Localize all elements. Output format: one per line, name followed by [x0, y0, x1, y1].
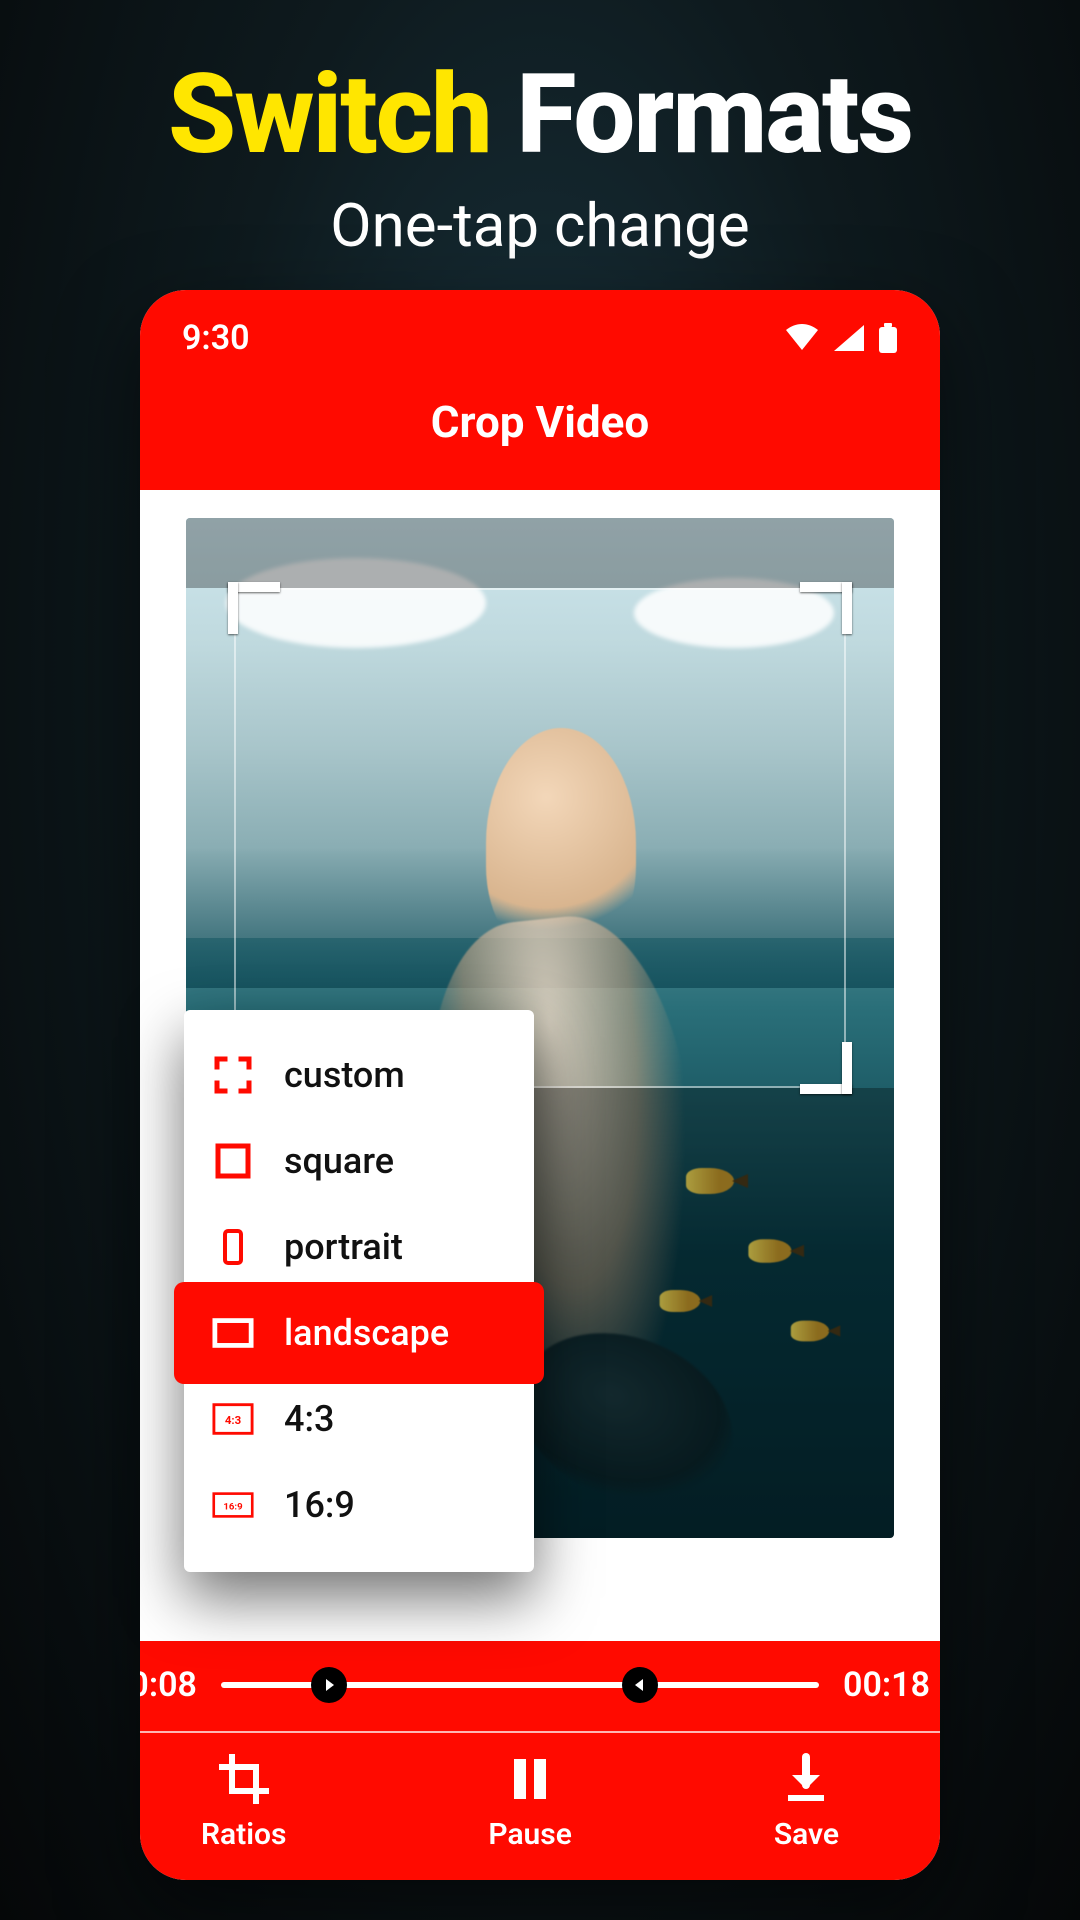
status-bar: 9:30 — [140, 290, 940, 358]
status-time: 9:30 — [182, 318, 250, 358]
hero-title-accent: Switch — [168, 50, 491, 179]
portrait-ratio-icon — [212, 1226, 254, 1268]
svg-text:16:9: 16:9 — [223, 1501, 243, 1512]
trim-track[interactable] — [221, 1682, 819, 1688]
battery-icon — [878, 323, 898, 353]
trim-handle-start[interactable] — [311, 1667, 347, 1703]
ratios-button[interactable]: Ratios — [201, 1751, 286, 1852]
crop-handle-tl[interactable] — [228, 582, 280, 634]
custom-ratio-icon — [212, 1054, 254, 1096]
ratios-label: Ratios — [201, 1817, 286, 1852]
page-title: Crop Video — [140, 396, 940, 448]
signal-icon — [834, 325, 864, 351]
ratio-option-4_3[interactable]: 4:3 4:3 — [184, 1376, 534, 1462]
time-start: 00:08 — [140, 1665, 197, 1705]
save-button[interactable]: Save — [774, 1751, 839, 1852]
app-header: 9:30 Crop Video — [140, 290, 940, 490]
ratio-option-label: square — [284, 1140, 394, 1182]
ratio-option-custom[interactable]: custom — [184, 1032, 534, 1118]
hero-title: Switch Formats — [0, 60, 1080, 170]
landscape-ratio-icon — [212, 1312, 254, 1354]
ratio-option-16_9[interactable]: 16:9 16:9 — [184, 1462, 534, 1548]
ratio-option-label: landscape — [284, 1312, 449, 1354]
ratio-menu: customsquareportraitlandscape4:34:316:91… — [184, 1010, 534, 1572]
wifi-icon — [784, 324, 820, 352]
time-end: 00:18 — [843, 1665, 930, 1705]
timeline: 00:08 00:18 — [140, 1641, 940, 1705]
save-label: Save — [774, 1817, 839, 1852]
ratio-option-label: 4:3 — [284, 1398, 334, 1440]
ratio-option-portrait[interactable]: portrait — [184, 1204, 534, 1290]
ratio-option-label: 16:9 — [284, 1484, 355, 1526]
status-icons — [784, 323, 898, 353]
hero-title-rest: Formats — [516, 50, 912, 179]
ratio-option-label: custom — [284, 1054, 405, 1096]
square-ratio-icon — [212, 1140, 254, 1182]
promo-hero: Switch Formats One-tap change — [0, 0, 1080, 261]
16_9-ratio-icon: 16:9 — [212, 1484, 254, 1526]
ratio-option-landscape[interactable]: landscape — [184, 1290, 534, 1376]
crop-icon — [216, 1751, 272, 1807]
trim-handle-end[interactable] — [622, 1667, 658, 1703]
pause-icon — [502, 1751, 558, 1807]
bottom-bar: 00:08 00:18 Rati — [140, 1641, 940, 1880]
crop-handle-tr[interactable] — [800, 582, 852, 634]
4_3-ratio-icon: 4:3 — [212, 1398, 254, 1440]
download-icon — [778, 1751, 834, 1807]
hero-subtitle: One-tap change — [0, 190, 1080, 261]
ratio-option-label: portrait — [284, 1226, 403, 1268]
svg-text:4:3: 4:3 — [225, 1413, 242, 1427]
ratio-option-square[interactable]: square — [184, 1118, 534, 1204]
pause-label: Pause — [488, 1817, 572, 1852]
crop-handle-br[interactable] — [800, 1042, 852, 1094]
action-bar: Ratios Pause Save — [140, 1733, 940, 1852]
phone-frame: 9:30 Crop Video — [140, 290, 940, 1880]
pause-button[interactable]: Pause — [488, 1751, 572, 1852]
